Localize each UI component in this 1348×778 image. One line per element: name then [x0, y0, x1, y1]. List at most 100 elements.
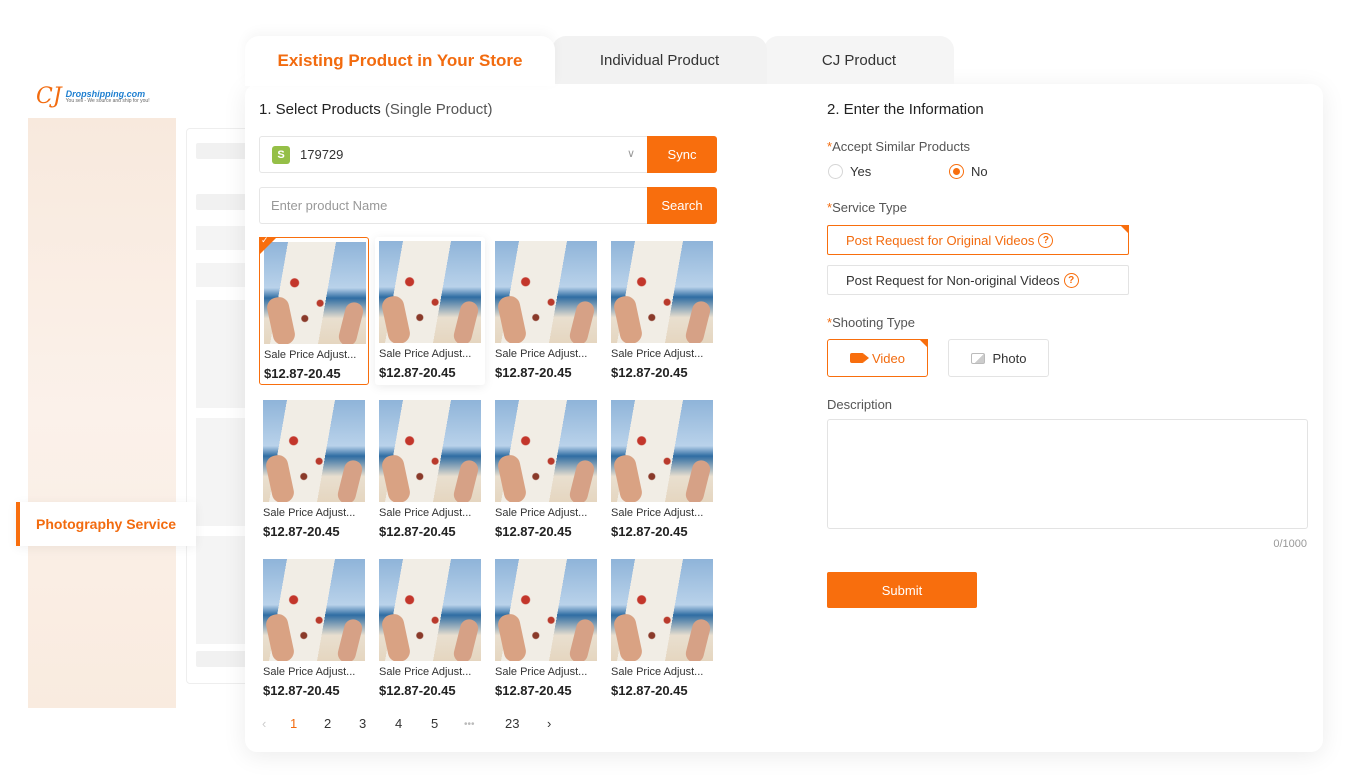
product-card[interactable]: ✓ Sale Price Adjust... $12.87-20.45 [259, 235, 369, 385]
character-counter: 0/1000 [1273, 538, 1307, 550]
shooting-video-label: Video [871, 350, 905, 366]
product-name-input[interactable]: Enter product Name [259, 187, 649, 224]
tab-cj-product[interactable]: CJ Product [764, 36, 954, 84]
chevron-down-icon: ∨ [626, 148, 635, 160]
pagination-page[interactable]: 23 [505, 716, 519, 731]
product-price: $12.87-20.45 [379, 365, 456, 380]
product-price: $12.87-20.45 [611, 683, 688, 698]
product-image [379, 241, 481, 343]
product-price: $12.87-20.45 [379, 524, 456, 539]
product-name: Sale Price Adjust... [379, 348, 472, 360]
product-price: $12.87-20.45 [263, 683, 340, 698]
product-image [263, 400, 365, 502]
accept-yes-radio[interactable] [828, 164, 843, 179]
description-textarea[interactable] [827, 419, 1308, 529]
product-name: Sale Price Adjust... [611, 507, 704, 519]
service-type-label: *Service Type [827, 200, 907, 215]
product-image [495, 400, 597, 502]
accept-similar-label-text: Accept Similar Products [832, 139, 971, 154]
pagination-ellipsis[interactable]: ••• [464, 719, 475, 730]
product-image [495, 559, 597, 661]
product-name: Sale Price Adjust... [263, 507, 356, 519]
tab-existing-product[interactable]: Existing Product in Your Store [245, 36, 555, 86]
product-name: Sale Price Adjust... [379, 507, 472, 519]
pagination-page[interactable]: 4 [395, 716, 402, 731]
product-image [379, 400, 481, 502]
brand-tagline: You sell - We source and ship for you! [65, 97, 150, 104]
product-card[interactable]: Sale Price Adjust... $12.87-20.45 [375, 555, 485, 703]
brand-logo: CJ Dropshipping.com You sell - We source… [36, 84, 150, 109]
product-name: Sale Price Adjust... [495, 507, 588, 519]
product-card[interactable]: Sale Price Adjust... $12.87-20.45 [607, 396, 717, 544]
shopify-icon: S [272, 145, 290, 164]
image-icon [970, 352, 985, 364]
submit-button[interactable]: Submit [827, 572, 977, 608]
product-name: Sale Price Adjust... [611, 666, 704, 678]
product-image [379, 559, 481, 661]
pagination-prev[interactable]: ‹ [262, 716, 266, 731]
shooting-type-label-text: Shooting Type [832, 315, 915, 330]
product-name: Sale Price Adjust... [379, 666, 472, 678]
product-price: $12.87-20.45 [263, 524, 340, 539]
product-image [611, 400, 713, 502]
shooting-photo-option[interactable]: Photo [948, 339, 1049, 377]
product-image [264, 242, 366, 344]
service-non-original-videos-option[interactable]: Post Request for Non-original Videos ? [827, 265, 1129, 295]
product-price: $12.87-20.45 [611, 365, 688, 380]
service-original-videos-option[interactable]: Post Request for Original Videos ? [827, 225, 1129, 255]
shooting-type-label: *Shooting Type [827, 315, 915, 330]
accept-no-radio[interactable] [949, 164, 964, 179]
product-image [611, 559, 713, 661]
product-name: Sale Price Adjust... [495, 666, 588, 678]
selected-corner-icon [919, 339, 928, 348]
product-image [263, 559, 365, 661]
sidebar-item-photography-service[interactable]: Photography Service [16, 502, 196, 546]
product-image [495, 241, 597, 343]
service-non-original-videos-label: Post Request for Non-original Videos [846, 272, 1060, 288]
pagination-page[interactable]: 2 [324, 716, 331, 731]
cj-logo-mark: CJ [36, 84, 62, 109]
pagination-next[interactable]: › [547, 716, 551, 731]
accept-no-label[interactable]: No [971, 164, 988, 179]
product-card[interactable]: Sale Price Adjust... $12.87-20.45 [607, 555, 717, 703]
store-select[interactable]: S 179729 ∨ [259, 136, 649, 173]
selected-corner-icon [1120, 225, 1129, 234]
check-icon: ✓ [261, 235, 269, 245]
service-original-videos-label: Post Request for Original Videos [846, 232, 1035, 248]
shooting-photo-label: Photo [992, 350, 1027, 366]
help-icon[interactable]: ? [1038, 232, 1054, 248]
store-select-value: 179729 [300, 147, 344, 162]
select-products-heading: 1. Select Products [259, 101, 381, 118]
search-button[interactable]: Search [647, 187, 717, 224]
product-card[interactable]: Sale Price Adjust... $12.87-20.45 [491, 396, 601, 544]
product-card[interactable]: Sale Price Adjust... $12.87-20.45 [375, 237, 485, 385]
product-price: $12.87-20.45 [379, 683, 456, 698]
product-image [611, 241, 713, 343]
product-name: Sale Price Adjust... [263, 666, 356, 678]
product-card[interactable]: Sale Price Adjust... $12.87-20.45 [375, 396, 485, 544]
video-camera-icon [849, 353, 869, 363]
product-price: $12.87-20.45 [495, 365, 572, 380]
shooting-video-option[interactable]: Video [827, 339, 928, 377]
product-card[interactable]: Sale Price Adjust... $12.87-20.45 [491, 237, 601, 385]
pagination-page[interactable]: 5 [431, 716, 438, 731]
product-price: $12.87-20.45 [495, 524, 572, 539]
product-card[interactable]: Sale Price Adjust... $12.87-20.45 [259, 396, 369, 544]
product-card[interactable]: Sale Price Adjust... $12.87-20.45 [607, 237, 717, 385]
product-price: $12.87-20.45 [264, 366, 341, 381]
accept-yes-label[interactable]: Yes [850, 164, 871, 179]
product-card[interactable]: Sale Price Adjust... $12.87-20.45 [259, 555, 369, 703]
product-card[interactable]: Sale Price Adjust... $12.87-20.45 [491, 555, 601, 703]
product-name: Sale Price Adjust... [495, 348, 588, 360]
pagination-page[interactable]: 1 [290, 716, 297, 731]
product-name: Sale Price Adjust... [611, 348, 704, 360]
product-name: Sale Price Adjust... [264, 349, 357, 361]
background-sidebar [28, 118, 176, 708]
product-price: $12.87-20.45 [495, 683, 572, 698]
description-label: Description [827, 397, 893, 412]
accept-similar-label: *Accept Similar Products [827, 139, 970, 154]
pagination-page[interactable]: 3 [359, 716, 366, 731]
tab-individual-product[interactable]: Individual Product [552, 36, 767, 84]
help-icon[interactable]: ? [1063, 272, 1079, 288]
sync-button[interactable]: Sync [647, 136, 717, 173]
